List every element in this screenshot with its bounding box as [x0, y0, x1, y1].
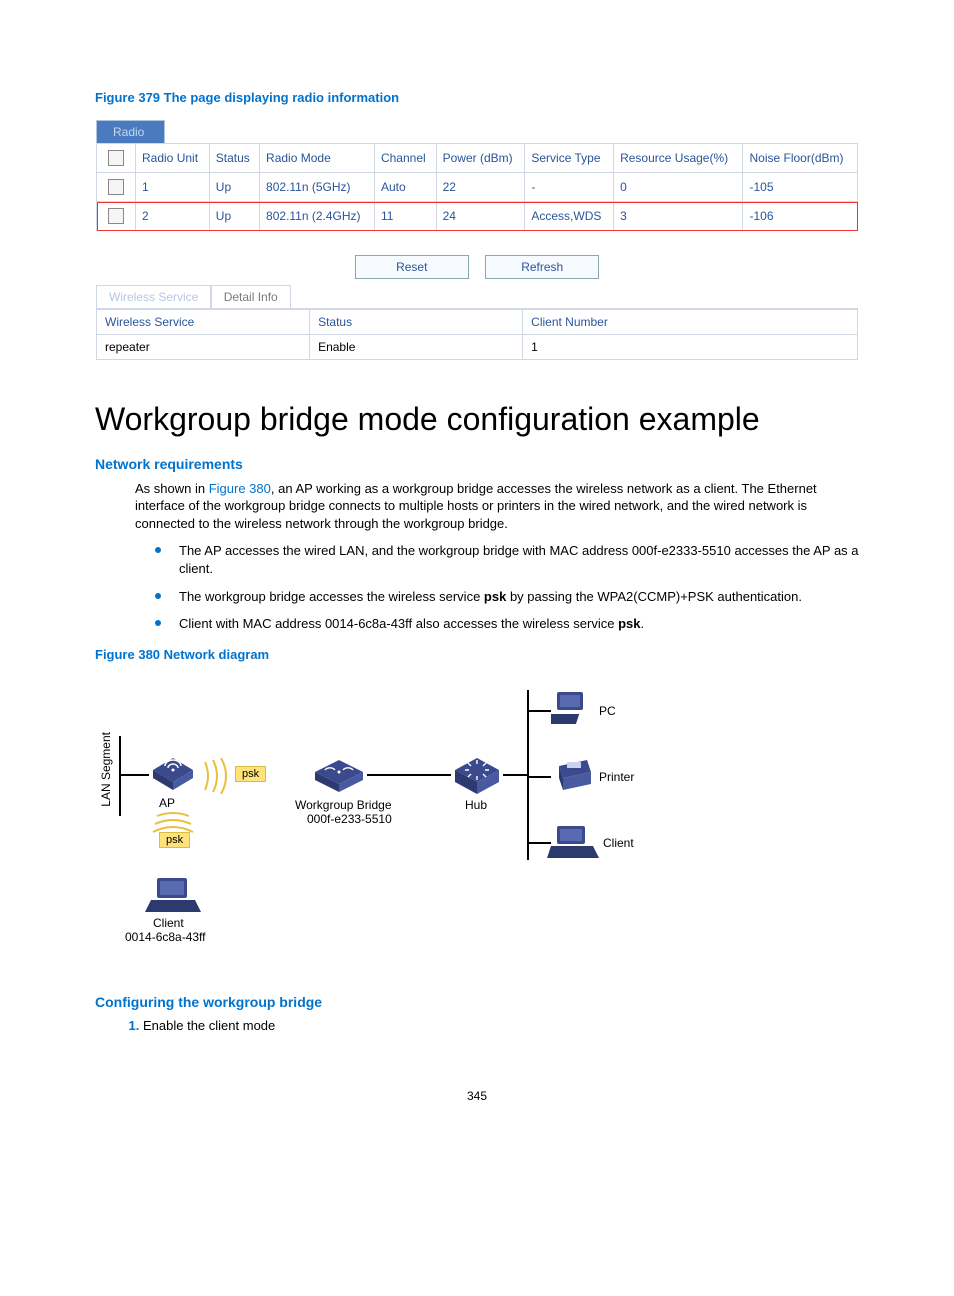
cell-usage: 3	[614, 202, 743, 231]
list-item-bold: psk	[484, 589, 506, 604]
cell-channel: Auto	[374, 173, 436, 202]
ap-label: AP	[159, 796, 175, 810]
workgroup-bridge-icon	[311, 756, 367, 796]
bus-vertical-line	[527, 690, 529, 860]
client-laptop-icon	[145, 874, 201, 916]
cell-power: 24	[436, 202, 525, 231]
lan-to-ap-line	[119, 774, 149, 776]
ws-table-row[interactable]: repeater Enable 1	[97, 335, 858, 360]
hub-label: Hub	[465, 798, 487, 812]
bridge-to-hub-line	[367, 774, 451, 776]
cell-power: 22	[436, 173, 525, 202]
network-diagram: LAN Segment AP psk	[95, 676, 695, 976]
step-text: Enable the client mode	[143, 1018, 275, 1033]
col-wireless-service: Wireless Service	[97, 310, 310, 335]
cell-noise: -106	[743, 202, 858, 231]
list-item-text: The AP accesses the wired LAN, and the w…	[179, 543, 859, 576]
tab-wireless-service[interactable]: Wireless Service	[96, 285, 211, 308]
cell-status: Up	[209, 202, 259, 231]
cell-unit: 1	[136, 173, 210, 202]
hub-to-bus-line	[503, 774, 527, 776]
refresh-button[interactable]: Refresh	[485, 255, 599, 279]
cell-ws-service: repeater	[97, 335, 310, 360]
list-item-text: The workgroup bridge accesses the wirele…	[179, 589, 484, 604]
col-resource-usage: Resource Usage(%)	[614, 144, 743, 173]
radio-info-panel: Radio Radio Unit Status Radio Mode Chann…	[95, 119, 859, 361]
list-item: The AP accesses the wired LAN, and the w…	[155, 542, 859, 577]
col-radio-mode: Radio Mode	[260, 144, 375, 173]
cell-channel: 11	[374, 202, 436, 231]
figure-380-link[interactable]: Figure 380	[209, 481, 271, 496]
network-requirements-heading: Network requirements	[95, 456, 859, 472]
psk-label-horizontal: psk	[235, 766, 266, 782]
cell-mode: 802.11n (2.4GHz)	[260, 202, 375, 231]
cell-ws-status: Enable	[310, 335, 523, 360]
col-client-number: Client Number	[523, 310, 858, 335]
radio-tab[interactable]: Radio	[96, 120, 165, 143]
wb-label-line1: Workgroup Bridge	[295, 798, 392, 812]
figure-380-title: Figure 380 Network diagram	[95, 647, 859, 662]
configuring-heading: Configuring the workgroup bridge	[95, 994, 859, 1010]
intro-pre: As shown in	[135, 481, 209, 496]
row-checkbox[interactable]	[97, 173, 136, 202]
bus-to-pc-line	[527, 710, 551, 712]
main-heading: Workgroup bridge mode configuration exam…	[95, 401, 859, 438]
client-right-label: Client	[603, 836, 634, 850]
pc-label: PC	[599, 704, 616, 718]
ap-icon	[149, 754, 197, 794]
reset-button[interactable]: Reset	[355, 255, 469, 279]
list-item: The workgroup bridge accesses the wirele…	[155, 588, 859, 606]
cell-ws-client: 1	[523, 335, 858, 360]
radio-table-row[interactable]: 1 Up 802.11n (5GHz) Auto 22 - 0 -105	[97, 173, 858, 202]
list-item-text: Client with MAC address 0014-6c8a-43ff a…	[179, 616, 618, 631]
step-item: Enable the client mode	[143, 1018, 859, 1033]
intro-paragraph: As shown in Figure 380, an AP working as…	[135, 480, 859, 533]
col-radio-unit: Radio Unit	[136, 144, 210, 173]
client-right-icon	[547, 822, 599, 862]
col-status: Status	[209, 144, 259, 173]
col-power: Power (dBm)	[436, 144, 525, 173]
list-item-text: by passing the WPA2(CCMP)+PSK authentica…	[506, 589, 802, 604]
cell-status: Up	[209, 173, 259, 202]
cell-service: -	[525, 173, 614, 202]
wireless-service-table: Wireless Service Status Client Number re…	[96, 309, 858, 360]
bus-to-printer-line	[527, 776, 551, 778]
cell-mode: 802.11n (5GHz)	[260, 173, 375, 202]
col-ws-status: Status	[310, 310, 523, 335]
cell-unit: 2	[136, 202, 210, 231]
list-item-text: .	[640, 616, 644, 631]
col-channel: Channel	[374, 144, 436, 173]
cell-noise: -105	[743, 173, 858, 202]
wb-label-line2: 000f-e233-5510	[307, 812, 392, 826]
col-noise-floor: Noise Floor(dBm)	[743, 144, 858, 173]
psk-label-vertical: psk	[159, 832, 190, 848]
page-number: 345	[95, 1089, 859, 1103]
cell-usage: 0	[614, 173, 743, 202]
select-all-checkbox[interactable]	[97, 144, 136, 173]
client-label-1: Client	[153, 916, 184, 930]
radio-table-row[interactable]: 2 Up 802.11n (2.4GHz) 11 24 Access,WDS 3…	[97, 202, 858, 231]
cell-service: Access,WDS	[525, 202, 614, 231]
printer-icon	[551, 756, 595, 796]
col-service-type: Service Type	[525, 144, 614, 173]
tab-detail-info[interactable]: Detail Info	[211, 285, 291, 308]
requirements-list: The AP accesses the wired LAN, and the w…	[95, 542, 859, 632]
figure-379-title: Figure 379 The page displaying radio inf…	[95, 90, 859, 105]
pc-icon	[551, 690, 595, 730]
lan-segment-bar	[119, 736, 121, 816]
list-item-bold: psk	[618, 616, 640, 631]
printer-label: Printer	[599, 770, 634, 784]
list-item: Client with MAC address 0014-6c8a-43ff a…	[155, 615, 859, 633]
client-mac-label: 0014-6c8a-43ff	[125, 930, 206, 944]
row-checkbox[interactable]	[97, 202, 136, 231]
radio-table: Radio Unit Status Radio Mode Channel Pow…	[96, 143, 858, 231]
steps-list: Enable the client mode	[95, 1018, 859, 1033]
lan-segment-label: LAN Segment	[99, 732, 113, 807]
hub-icon	[451, 754, 503, 798]
